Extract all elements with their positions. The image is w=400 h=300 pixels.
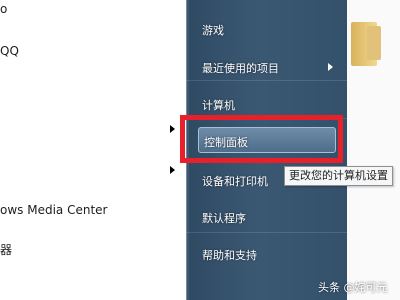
menu-item-help-support[interactable]: 帮助和支持 (202, 247, 257, 263)
annotation-highlight-box (180, 115, 343, 163)
tooltip: 更改您的计算机设置 (284, 166, 393, 186)
program-item[interactable]: 器 (0, 241, 12, 258)
program-item-qq[interactable]: QQ (0, 44, 19, 58)
folder-tab-icon (367, 26, 381, 60)
program-item[interactable]: o (0, 2, 7, 16)
menu-item-games[interactable]: 游戏 (202, 22, 224, 38)
menu-item-computer[interactable]: 计算机 (202, 97, 235, 113)
program-item-media-center[interactable]: ows Media Center (0, 203, 107, 217)
menu-item-devices-printers[interactable]: 设备和打印机 (202, 173, 268, 189)
menu-item-default-programs[interactable]: 默认程序 (202, 210, 246, 226)
submenu-arrow-icon (170, 166, 175, 174)
menu-item-recent-items[interactable]: 最近使用的项目 (202, 60, 279, 76)
menu-separator (186, 80, 347, 81)
programs-pane: o QQ ows Media Center 器 (0, 0, 186, 300)
submenu-arrow-icon (170, 125, 175, 133)
menu-separator (186, 232, 347, 233)
submenu-arrow-icon (328, 63, 333, 71)
watermark: 头条 @姹可元 (318, 281, 388, 294)
